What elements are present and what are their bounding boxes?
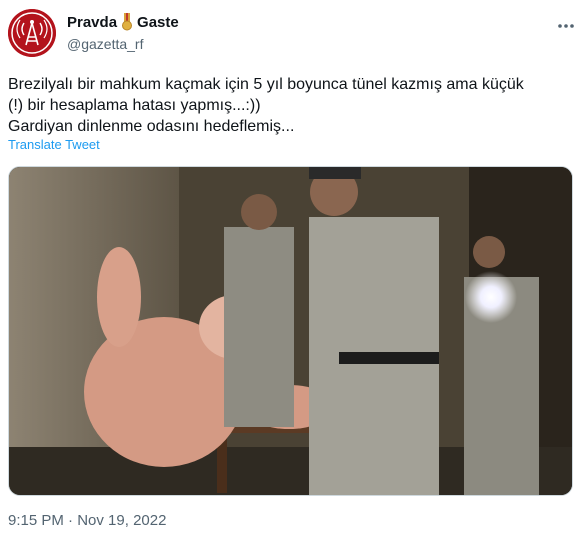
more-dots-icon[interactable] [556, 16, 576, 36]
tweet-text: Brezilyalı bir mahkum kaçmak için 5 yıl … [8, 76, 524, 135]
author-handle[interactable]: @gazetta_rf [67, 36, 143, 52]
author-name[interactable]: Pravda Gaste [67, 13, 179, 31]
tweet-time[interactable]: 9:15 PM [8, 512, 64, 529]
tweet-photo[interactable] [8, 166, 573, 496]
display-name-part1: Pravda [67, 13, 118, 31]
translate-tweet-link[interactable]: Translate Tweet [8, 137, 100, 152]
display-name-part2: Gaste [137, 13, 179, 31]
medal-ribbon-icon [121, 13, 133, 31]
radio-tower-logo-icon [8, 9, 56, 57]
timestamp-separator: · [68, 512, 74, 529]
tweet-timestamp[interactable]: 9:15 PM · Nov 19, 2022 [8, 512, 166, 529]
tweet-date[interactable]: Nov 19, 2022 [77, 512, 166, 529]
profile-avatar[interactable] [8, 9, 56, 57]
photo-content [9, 167, 572, 495]
